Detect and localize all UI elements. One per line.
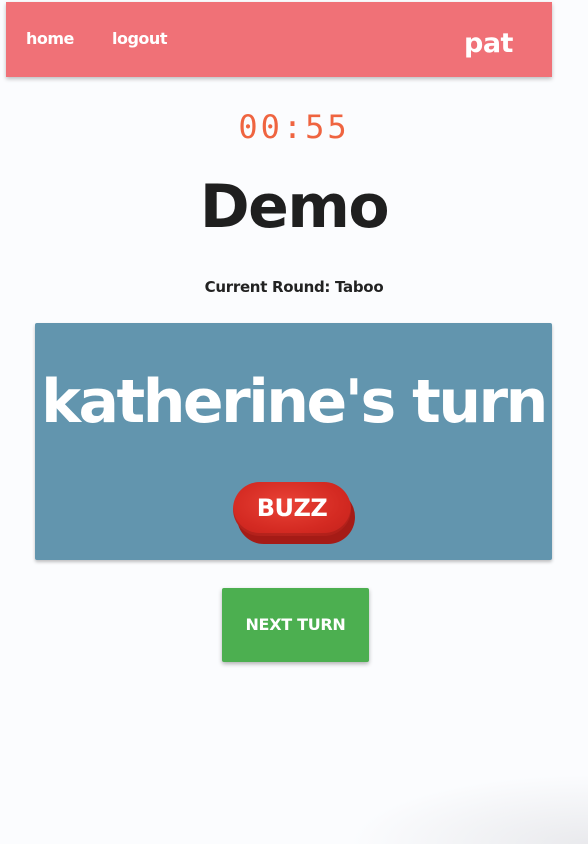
game-title: Demo (199, 172, 390, 242)
buzz-label: BUZZ (256, 494, 328, 522)
countdown-timer: 00:55 (238, 108, 350, 146)
buzz-button-top: BUZZ (233, 482, 351, 536)
logout-link[interactable]: logout (112, 29, 167, 48)
corner-shadow (348, 774, 588, 844)
turn-card: katherine's turn BUZZ (35, 323, 552, 560)
top-navbar: home logout pat (6, 2, 552, 77)
turn-text: katherine's turn (41, 367, 548, 437)
buzz-button[interactable]: BUZZ (233, 482, 357, 546)
next-turn-label: NEXT TURN (245, 615, 346, 634)
username-label: pat (464, 28, 513, 59)
current-round-label: Current Round: Taboo (204, 278, 384, 296)
next-turn-button[interactable]: NEXT TURN (222, 588, 369, 662)
home-link[interactable]: home (26, 29, 74, 48)
